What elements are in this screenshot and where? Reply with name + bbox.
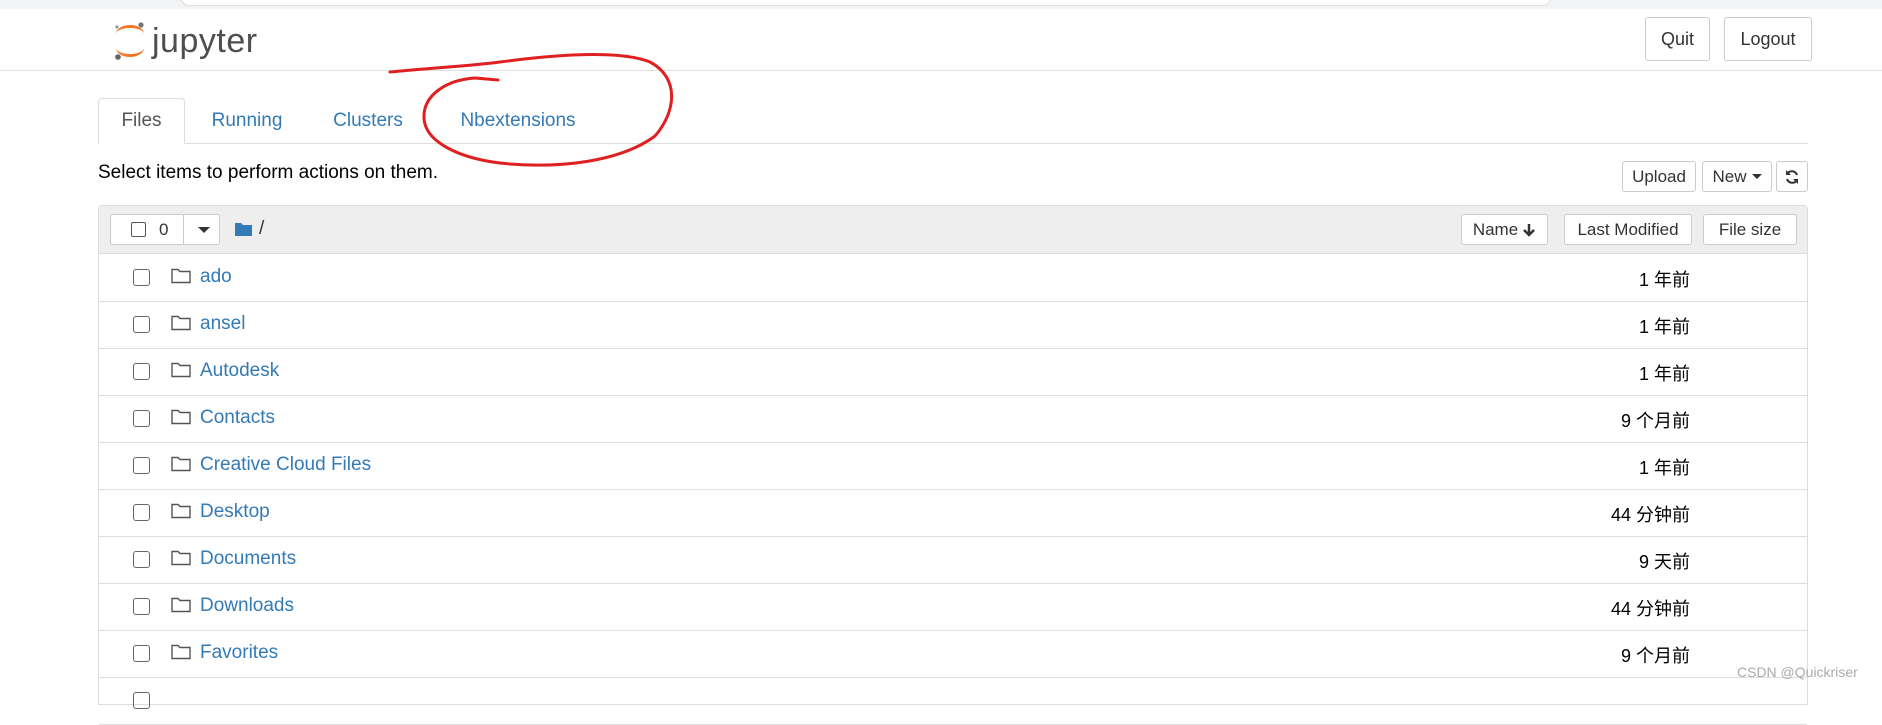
file-name-link[interactable]: Autodesk: [200, 360, 279, 382]
file-list-header: 0 / Name Last Modified File size: [99, 206, 1807, 254]
selection-hint: Select items to perform actions on them.: [98, 162, 439, 183]
file-modified: 44 分钟前: [1610, 505, 1690, 525]
file-name-link[interactable]: Downloads: [200, 595, 294, 617]
folder-icon: [171, 409, 191, 425]
folder-icon: [171, 268, 191, 284]
folder-icon: [171, 644, 191, 660]
watermark: CSDN @Quickriser: [1737, 664, 1858, 680]
divider: [183, 215, 184, 244]
sort-by-file-size-button[interactable]: File size: [1703, 214, 1797, 245]
refresh-icon: [1786, 169, 1798, 184]
file-list-panel: 0 / Name Last Modified File size ado 1 年…: [98, 205, 1808, 725]
sort-name-label: Name: [1472, 219, 1519, 239]
jupyter-logo-icon: [115, 22, 144, 60]
folder-icon: [171, 362, 191, 378]
logo-text: jupyter: [152, 21, 258, 60]
folder-icon: [171, 503, 191, 519]
file-modified: 44 分钟前: [1610, 599, 1690, 619]
upload-button[interactable]: Upload: [1622, 161, 1696, 192]
breadcrumb[interactable]: /: [234, 218, 264, 240]
file-modified: 1 年前: [1638, 364, 1690, 384]
folder-icon: [171, 456, 191, 472]
folder-icon: [171, 315, 191, 331]
file-modified: 9 天前: [1638, 552, 1690, 572]
file-row[interactable]: Autodesk 1 年前: [99, 348, 1807, 396]
header: jupyter Quit Logout: [0, 9, 1882, 71]
tab-running[interactable]: Running: [201, 98, 293, 143]
file-name-link[interactable]: Favorites: [200, 642, 278, 664]
row-checkbox[interactable]: [133, 269, 150, 286]
breadcrumb-root[interactable]: /: [259, 218, 264, 240]
tab-bar: Files Running Clusters Nbextensions: [98, 98, 1808, 144]
file-name-link[interactable]: Creative Cloud Files: [200, 454, 371, 476]
selected-count: 0: [159, 220, 169, 239]
jupyter-logo[interactable]: jupyter: [112, 15, 258, 67]
file-row[interactable]: Downloads 44 分钟前: [99, 583, 1807, 631]
file-modified: 9 个月前: [1620, 411, 1690, 431]
file-row-partial[interactable]: [99, 677, 1807, 725]
tab-files[interactable]: Files: [98, 98, 185, 144]
address-bar-edge: [180, 0, 1552, 6]
logout-button[interactable]: Logout: [1724, 17, 1812, 61]
select-all-group: 0: [110, 214, 220, 245]
row-checkbox[interactable]: [133, 645, 150, 662]
file-name-link[interactable]: Desktop: [200, 501, 270, 523]
row-checkbox[interactable]: [133, 316, 150, 333]
row-checkbox[interactable]: [133, 457, 150, 474]
file-row[interactable]: Favorites 9 个月前: [99, 630, 1807, 678]
quit-button[interactable]: Quit: [1645, 17, 1710, 61]
select-menu-caret-icon[interactable]: [198, 227, 210, 233]
arrow-down-icon: [1523, 223, 1536, 237]
new-dropdown-button[interactable]: New: [1702, 161, 1772, 192]
tab-nbextensions[interactable]: Nbextensions: [448, 98, 588, 143]
file-name-link[interactable]: Documents: [200, 548, 296, 570]
browser-top-sliver: [0, 0, 1882, 9]
file-name-link[interactable]: ado: [200, 266, 232, 288]
file-name-link[interactable]: Contacts: [200, 407, 275, 429]
folder-icon: [171, 550, 191, 566]
row-checkbox[interactable]: [133, 692, 150, 709]
new-label: New: [1712, 166, 1747, 186]
file-modified: 1 年前: [1638, 317, 1690, 337]
row-checkbox[interactable]: [133, 363, 150, 380]
row-checkbox[interactable]: [133, 551, 150, 568]
file-row[interactable]: Creative Cloud Files 1 年前: [99, 442, 1807, 490]
file-modified: 1 年前: [1638, 270, 1690, 290]
row-checkbox[interactable]: [133, 410, 150, 427]
file-row[interactable]: Contacts 9 个月前: [99, 395, 1807, 443]
file-row[interactable]: Desktop 44 分钟前: [99, 489, 1807, 537]
tab-clusters[interactable]: Clusters: [323, 98, 413, 143]
file-row[interactable]: Documents 9 天前: [99, 536, 1807, 584]
file-modified: 1 年前: [1638, 458, 1690, 478]
sort-by-last-modified-button[interactable]: Last Modified: [1564, 214, 1692, 245]
file-modified: 9 个月前: [1620, 646, 1690, 666]
file-name-link[interactable]: ansel: [200, 313, 245, 335]
file-row[interactable]: ado 1 年前: [99, 254, 1807, 302]
folder-icon: [171, 597, 191, 613]
row-checkbox[interactable]: [133, 504, 150, 521]
folder-open-icon: [235, 223, 252, 236]
refresh-button[interactable]: [1776, 161, 1808, 192]
file-row[interactable]: ansel 1 年前: [99, 301, 1807, 349]
select-all-checkbox[interactable]: [131, 222, 146, 237]
row-checkbox[interactable]: [133, 598, 150, 615]
caret-down-icon: [1751, 174, 1762, 179]
sort-by-name-button[interactable]: Name: [1461, 214, 1548, 245]
